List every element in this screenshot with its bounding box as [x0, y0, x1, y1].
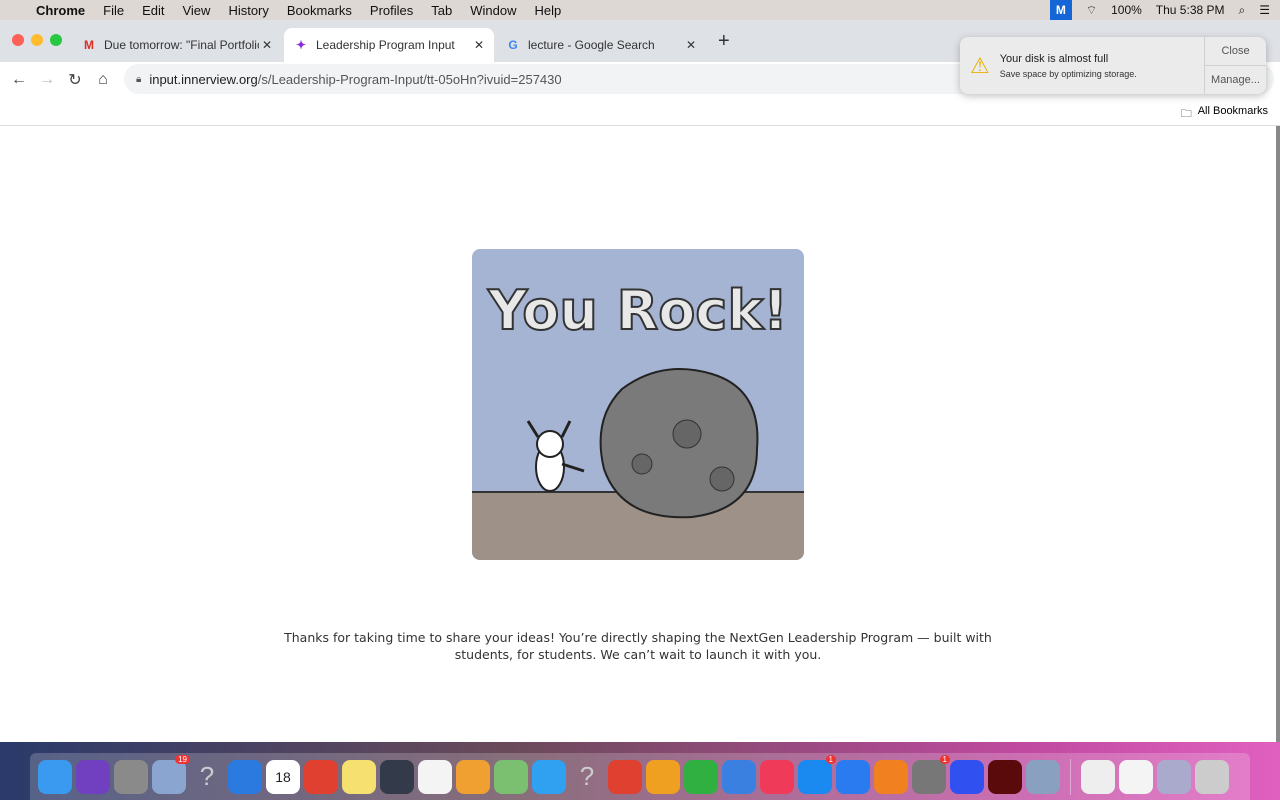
close-tab-icon[interactable]: ✕ — [474, 38, 484, 52]
dock-mail-preview-icon[interactable]: 19 — [152, 754, 190, 794]
lock-icon: 🔒︎ — [136, 73, 142, 85]
all-bookmarks-button[interactable]: 🗀 All Bookmarks — [1181, 105, 1268, 124]
all-bookmarks-label: All Bookmarks — [1197, 105, 1268, 117]
notification-title: Your disk is almost full — [999, 52, 1109, 65]
dock-roblox-icon[interactable] — [950, 759, 984, 794]
dock-screenshot-folder-icon[interactable] — [1157, 759, 1191, 794]
tab-title: Leadership Program Input — [316, 38, 455, 52]
menu-window[interactable]: Window — [470, 3, 516, 18]
dock-notes-icon[interactable] — [342, 759, 376, 794]
malwarebytes-icon[interactable]: M — [1049, 0, 1072, 20]
close-window-button[interactable] — [12, 34, 24, 46]
menu-help[interactable]: Help — [535, 3, 562, 18]
menu-history[interactable]: History — [228, 3, 268, 18]
message-line: Thanks for taking time to share your ide… — [284, 630, 992, 645]
warning-icon: ⚠ — [970, 52, 990, 78]
new-tab-button[interactable]: + — [718, 30, 730, 53]
close-notification-button[interactable]: Close — [1205, 37, 1266, 66]
dock-siri-icon[interactable] — [76, 759, 110, 794]
dock-zoom-icon[interactable] — [836, 759, 870, 794]
tab-leadership[interactable]: ✦ Leadership Program Input ✕ — [284, 28, 494, 62]
menu-view[interactable]: View — [182, 3, 210, 18]
dock-books-icon[interactable] — [874, 759, 908, 794]
dock-chrome-icon[interactable] — [608, 759, 642, 794]
zoom-window-button[interactable] — [50, 34, 62, 46]
you-rock-illustration: You Rock! — [472, 249, 804, 560]
dock-reminders-icon[interactable] — [418, 759, 452, 794]
wifi-icon[interactable]: ⌔ — [1086, 3, 1097, 18]
gmail-icon: M — [84, 38, 94, 52]
home-button[interactable]: ⌂ — [89, 71, 117, 89]
dock-preview-icon[interactable] — [1026, 759, 1060, 794]
dock-maps-icon[interactable] — [494, 759, 528, 794]
folder-icon: 🗀 — [1180, 108, 1192, 120]
scrollbar[interactable] — [1276, 126, 1280, 742]
innerview-icon: ✦ — [295, 38, 307, 52]
disk-full-notification: ⚠ Your disk is almost full Save space by… — [960, 37, 1266, 94]
menu-app[interactable]: Chrome — [36, 3, 85, 18]
dock-chrome-icon[interactable] — [304, 759, 338, 794]
dock-screenshot-icon[interactable] — [1119, 759, 1153, 794]
dock-finder-icon[interactable] — [38, 759, 72, 794]
dock-pages-icon[interactable] — [646, 759, 680, 794]
dock-music-icon[interactable] — [760, 759, 794, 794]
search-icon[interactable]: ⌕ — [1239, 3, 1246, 18]
reload-button[interactable]: ↻ — [61, 70, 89, 90]
dock-trash-icon[interactable] — [1195, 759, 1229, 794]
clock[interactable]: Thu 5:38 PM — [1156, 3, 1225, 17]
google-icon: G — [508, 38, 518, 52]
tab-title: Due tomorrow: "Final Portfolio" — [104, 38, 259, 52]
close-tab-icon[interactable]: ✕ — [686, 38, 696, 52]
minimize-window-button[interactable] — [31, 34, 43, 46]
image-headline: You Rock! — [487, 279, 788, 342]
message-line: students, for students. We can’t wait to… — [454, 647, 822, 662]
dock-unknown-icon[interactable]: ? — [570, 760, 604, 794]
dock-quicktime-icon[interactable] — [380, 759, 414, 794]
menu-file[interactable]: File — [103, 3, 124, 18]
menu-profiles[interactable]: Profiles — [370, 3, 413, 18]
close-tab-icon[interactable]: ✕ — [262, 38, 272, 52]
dock-launchpad-icon[interactable] — [114, 759, 148, 794]
tab-gmail[interactable]: M Due tomorrow: "Final Portfolio" ✕ — [72, 28, 282, 62]
url-host: input.innerview.org — [149, 71, 258, 87]
control-center-icon[interactable]: ☰ — [1259, 3, 1270, 17]
forward-button[interactable]: → — [33, 71, 61, 89]
dock-png-file-icon[interactable] — [1081, 759, 1115, 794]
dock-flash-icon[interactable] — [988, 759, 1022, 794]
menu-bar: Chrome File Edit View History Bookmarks Profi… — [0, 0, 1280, 20]
tab-google[interactable]: G lecture - Google Search ✕ — [496, 28, 706, 62]
tab-title: lecture - Google Search — [528, 38, 655, 52]
dock-unknown-icon[interactable]: ? — [190, 760, 224, 794]
battery-status[interactable]: 100% — [1111, 3, 1142, 17]
dock: 19? 18? 1 1 — [30, 753, 1250, 800]
bookmarks-bar: 🗀 All Bookmarks — [0, 98, 1280, 126]
notification-body: Save space by optimizing storage. — [999, 68, 1137, 79]
url-path: /s/Leadership-Program-Input/tt-05oHn?ivu… — [257, 71, 562, 87]
thank-you-message: Thanks for taking time to share your ide… — [0, 629, 1276, 663]
dock-system-preferences-icon[interactable]: 1 — [912, 754, 950, 794]
page-content: You Rock! Thanks for taking time to shar… — [0, 126, 1280, 742]
menu-bookmarks[interactable]: Bookmarks — [287, 3, 352, 18]
manage-storage-button[interactable]: Manage... — [1205, 66, 1266, 94]
menu-tab[interactable]: Tab — [431, 3, 452, 18]
dock-messages-icon[interactable] — [532, 759, 566, 794]
dock-keynote-icon[interactable] — [722, 759, 756, 794]
menu-edit[interactable]: Edit — [142, 3, 164, 18]
dock-calendar-icon[interactable]: 18 — [266, 759, 300, 794]
dock-photos-icon[interactable] — [456, 759, 490, 794]
dock-badge: 19 — [175, 754, 190, 764]
dock-separator — [1070, 758, 1071, 795]
dock-badge: 1 — [825, 754, 836, 764]
dock-numbers-icon[interactable] — [684, 759, 718, 794]
dock-app-store-icon[interactable]: 1 — [798, 754, 836, 794]
dock-safari-icon[interactable] — [228, 759, 262, 794]
back-button[interactable]: ← — [5, 71, 33, 89]
dock-badge: 1 — [939, 754, 950, 764]
chrome-window: M Due tomorrow: "Final Portfolio" ✕ ✦ Le… — [0, 20, 1280, 742]
